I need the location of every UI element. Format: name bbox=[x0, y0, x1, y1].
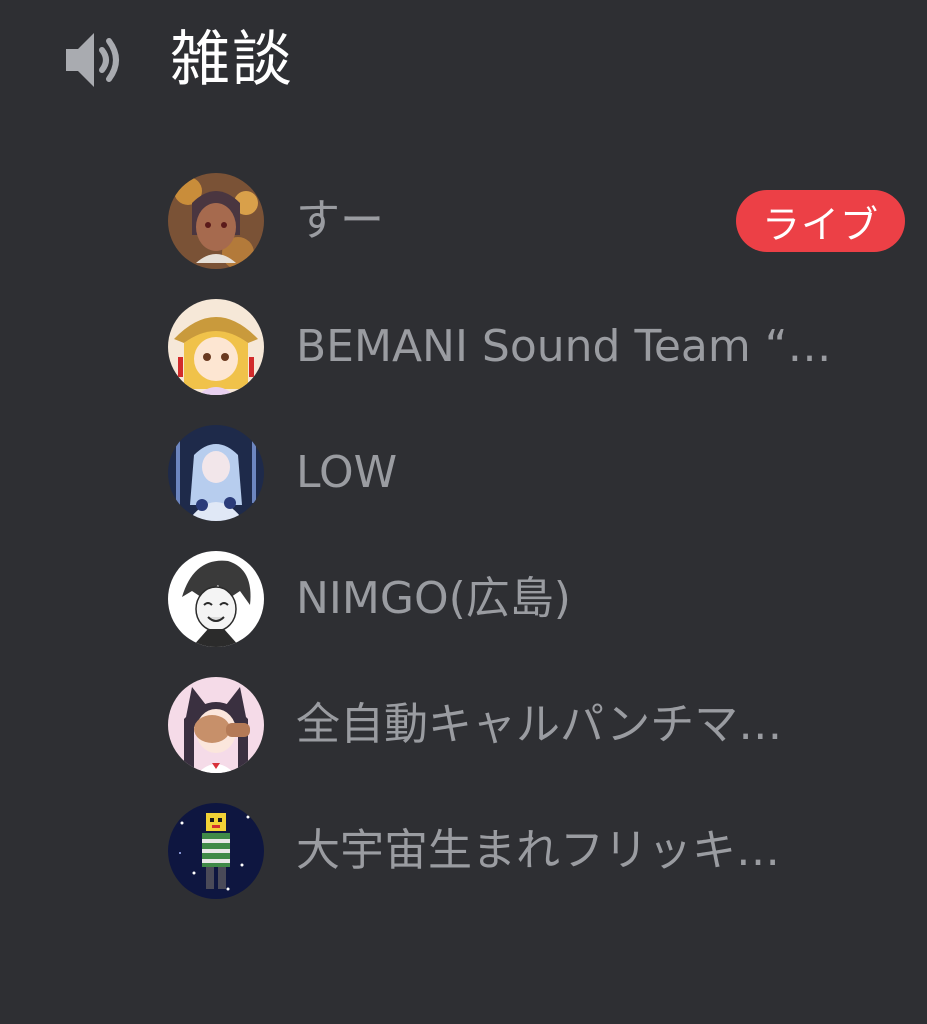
voice-user-list: すー ライブ BEMANI Sound Team “… LOW NIMGO(広島… bbox=[168, 158, 913, 914]
voice-user-name: BEMANI Sound Team “… bbox=[296, 320, 832, 372]
voice-user-row[interactable]: 全自動キャルパンチマ… bbox=[168, 662, 913, 788]
avatar[interactable] bbox=[168, 551, 264, 647]
voice-user-name: 大宇宙生まれフリッキ… bbox=[296, 824, 780, 876]
avatar[interactable] bbox=[168, 677, 264, 773]
voice-user-row[interactable]: 大宇宙生まれフリッキ… bbox=[168, 788, 913, 914]
voice-user-name: NIMGO(広島) bbox=[296, 572, 571, 624]
voice-user-row[interactable]: BEMANI Sound Team “… bbox=[168, 284, 913, 410]
avatar[interactable] bbox=[168, 425, 264, 521]
voice-user-row[interactable]: LOW bbox=[168, 410, 913, 536]
avatar[interactable] bbox=[168, 173, 264, 269]
voice-user-name: すー bbox=[296, 194, 384, 246]
speaker-icon bbox=[62, 25, 132, 95]
live-badge: ライブ bbox=[735, 190, 905, 252]
voice-channel-header[interactable]: 雑談 bbox=[62, 20, 294, 100]
voice-user-row[interactable]: NIMGO(広島) bbox=[168, 536, 913, 662]
avatar[interactable] bbox=[168, 299, 264, 395]
voice-user-row[interactable]: すー ライブ bbox=[168, 158, 913, 284]
voice-user-name: 全自動キャルパンチマ… bbox=[296, 698, 783, 750]
voice-user-name: LOW bbox=[296, 446, 398, 498]
avatar[interactable] bbox=[168, 803, 264, 899]
channel-name: 雑談 bbox=[170, 25, 294, 95]
voice-channel-panel: 雑談 すー ライブ BEMANI Sound Team “… LOW NIMGO… bbox=[0, 0, 927, 1024]
